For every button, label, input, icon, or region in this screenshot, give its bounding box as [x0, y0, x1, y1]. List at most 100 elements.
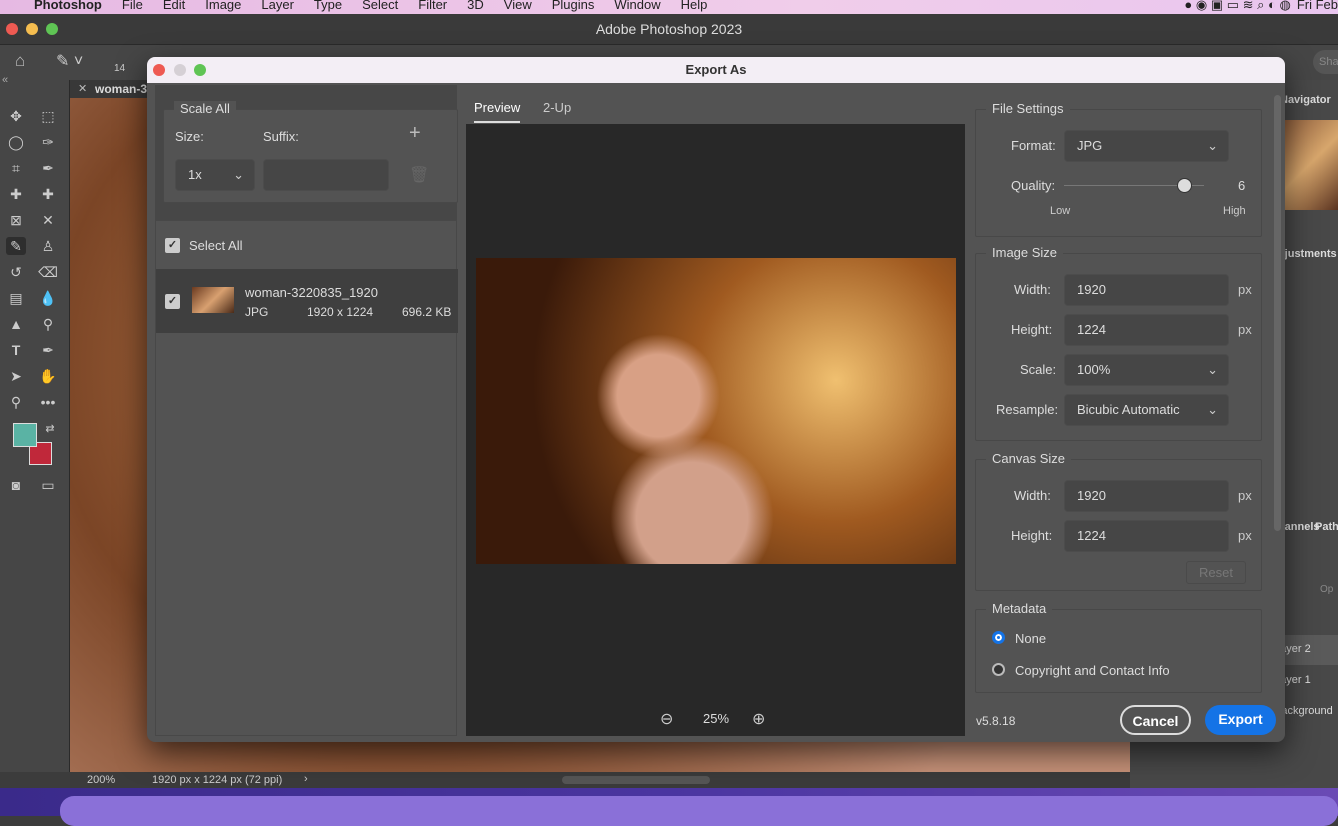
quality-slider-thumb[interactable] — [1177, 178, 1192, 193]
menu-plugins[interactable]: Plugins — [552, 0, 595, 11]
file-settings-legend: File Settings — [986, 101, 1070, 116]
scale-select[interactable]: 100% ⌄ — [1064, 354, 1229, 386]
zoom-in-icon[interactable]: ⊕ — [752, 709, 765, 729]
status-bar: 200% 1920 px x 1224 px (72 ppi) › — [70, 772, 1130, 788]
asset-row[interactable]: ✓ woman-3220835_1920 JPG 1920 x 1224 696… — [156, 269, 458, 333]
pen-tool-icon[interactable]: ✒ — [38, 341, 58, 359]
quick-select-icon[interactable]: ✑ — [38, 133, 58, 151]
share-button[interactable]: Share — [1313, 50, 1338, 74]
image-width-input[interactable]: 1920 — [1064, 274, 1229, 306]
path-select-icon[interactable]: ➤ — [6, 367, 26, 385]
tab-preview[interactable]: Preview — [474, 100, 520, 115]
navigator-tab[interactable]: Navigator — [1280, 94, 1331, 106]
suffix-input[interactable] — [263, 159, 389, 191]
zoom-window-button[interactable] — [46, 23, 58, 35]
quick-mask-icon[interactable]: ◙ — [6, 476, 26, 494]
image-height-input[interactable]: 1224 — [1064, 314, 1229, 346]
more-tools-icon[interactable]: ••• — [38, 393, 58, 411]
menu-layer[interactable]: Layer — [261, 0, 294, 11]
dialog-close-button[interactable] — [153, 64, 165, 76]
metadata-none-radio[interactable] — [992, 631, 1005, 644]
canvas-height-input[interactable]: 1224 — [1064, 520, 1229, 552]
navigator-thumbnail[interactable] — [1280, 120, 1338, 210]
select-all-checkbox[interactable]: ✓ — [165, 238, 180, 253]
resample-value: Bicubic Automatic — [1077, 402, 1180, 417]
quality-high-label: High — [1223, 205, 1246, 217]
close-window-button[interactable] — [6, 23, 18, 35]
menu-image[interactable]: Image — [205, 0, 241, 11]
healing-brush-icon[interactable]: ✚ — [6, 185, 26, 203]
status-icons[interactable]: ● ◉ ▣ ▭ ≋ ⌕ ◐ ◍ — [1184, 0, 1290, 11]
add-scale-icon[interactable]: + — [409, 122, 421, 145]
menu-edit[interactable]: Edit — [163, 0, 185, 11]
zoom-out-icon[interactable]: ⊖ — [660, 709, 673, 729]
size-value: 1x — [188, 167, 202, 182]
zoom-level[interactable]: 200% — [87, 774, 115, 786]
brush-size[interactable]: 14 — [114, 63, 125, 74]
menu-file[interactable]: File — [122, 0, 143, 11]
menu-view[interactable]: View — [504, 0, 532, 11]
settings-scrollbar[interactable] — [1274, 95, 1281, 531]
blur-tool-icon[interactable]: 💧 — [38, 289, 58, 307]
sharpen-tool-icon[interactable]: ▲ — [6, 315, 26, 333]
content-aware-move-icon[interactable]: ✕ — [38, 211, 58, 229]
menu-window[interactable]: Window — [614, 0, 660, 11]
resample-select[interactable]: Bicubic Automatic ⌄ — [1064, 394, 1229, 426]
metadata-copyright-radio[interactable] — [992, 663, 1005, 676]
info-chevron-icon[interactable]: › — [304, 773, 308, 785]
cancel-button[interactable]: Cancel — [1120, 705, 1191, 735]
chevron-down-icon: ⌄ — [1207, 402, 1218, 417]
swap-colors-icon[interactable]: ⇄ — [40, 420, 60, 438]
foreground-color-swatch[interactable] — [13, 423, 37, 447]
home-icon[interactable]: ⌂ — [15, 51, 25, 71]
dodge-tool-icon[interactable]: ⚲ — [38, 315, 58, 333]
type-tool-icon[interactable]: T — [6, 341, 26, 359]
menu-select[interactable]: Select — [362, 0, 398, 11]
move-tool-icon[interactable]: ✥ — [6, 107, 26, 125]
history-brush-icon[interactable]: ↺ — [6, 263, 26, 281]
metadata-copyright-label[interactable]: Copyright and Contact Info — [1015, 663, 1170, 678]
format-select[interactable]: JPG ⌄ — [1064, 130, 1229, 162]
select-all-label[interactable]: Select All — [189, 238, 242, 253]
menu-type[interactable]: Type — [314, 0, 342, 11]
menu-help[interactable]: Help — [681, 0, 708, 11]
patch-tool-icon[interactable]: ✚ — [38, 185, 58, 203]
menu-app[interactable]: Photoshop — [34, 0, 102, 11]
menu-3d[interactable]: 3D — [467, 0, 484, 11]
quality-slider[interactable] — [1064, 178, 1204, 193]
export-button[interactable]: Export — [1205, 705, 1276, 735]
eraser-icon[interactable]: ⌫ — [38, 263, 58, 281]
document-tab[interactable]: woman-3 — [95, 82, 147, 96]
close-tab-icon[interactable]: ✕ — [78, 82, 87, 95]
horizontal-scrollbar[interactable] — [562, 776, 710, 784]
trash-icon[interactable]: 🗑 — [409, 165, 429, 185]
brush-tool-icon[interactable]: ✎ — [6, 237, 26, 255]
paths-tab[interactable]: Paths — [1315, 521, 1338, 533]
chevron-down-icon: ⌄ — [1207, 138, 1218, 153]
tab-2-up[interactable]: 2-Up — [543, 100, 571, 115]
preview-area[interactable]: ⊖ 25% ⊕ — [466, 124, 965, 736]
canvas-width-input[interactable]: 1920 — [1064, 480, 1229, 512]
dialog-zoom-button[interactable] — [194, 64, 206, 76]
size-select[interactable]: 1x ⌄ — [175, 159, 255, 191]
frame-tool-icon[interactable]: ⊠ — [6, 211, 26, 229]
minimize-window-button[interactable] — [26, 23, 38, 35]
eyedropper-icon[interactable]: ✒ — [38, 159, 58, 177]
clone-stamp-icon[interactable]: ♙ — [38, 237, 58, 255]
format-value: JPG — [1077, 138, 1103, 153]
reset-button[interactable]: Reset — [1186, 561, 1246, 584]
menu-filter[interactable]: Filter — [418, 0, 447, 11]
screen-mode-icon[interactable]: ▭ — [38, 476, 58, 494]
metadata-none-label[interactable]: None — [1015, 631, 1046, 646]
hand-tool-icon[interactable]: ✋ — [38, 367, 58, 385]
brush-tool-preset-icon[interactable]: ✎ ˅ — [56, 51, 83, 71]
marquee-tool-icon[interactable]: ⬚ — [38, 107, 58, 125]
document-info: 1920 px x 1224 px (72 ppi) — [152, 774, 283, 786]
lasso-tool-icon[interactable]: ◯ — [6, 133, 26, 151]
asset-checkbox[interactable]: ✓ — [165, 294, 180, 309]
zoom-tool-icon[interactable]: ⚲ — [6, 393, 26, 411]
clock[interactable]: Fri Feb — [1297, 0, 1338, 11]
gradient-tool-icon[interactable]: ▤ — [6, 289, 26, 307]
crop-tool-icon[interactable]: ⌗ — [6, 159, 26, 177]
collapse-icon[interactable]: « — [2, 74, 8, 86]
